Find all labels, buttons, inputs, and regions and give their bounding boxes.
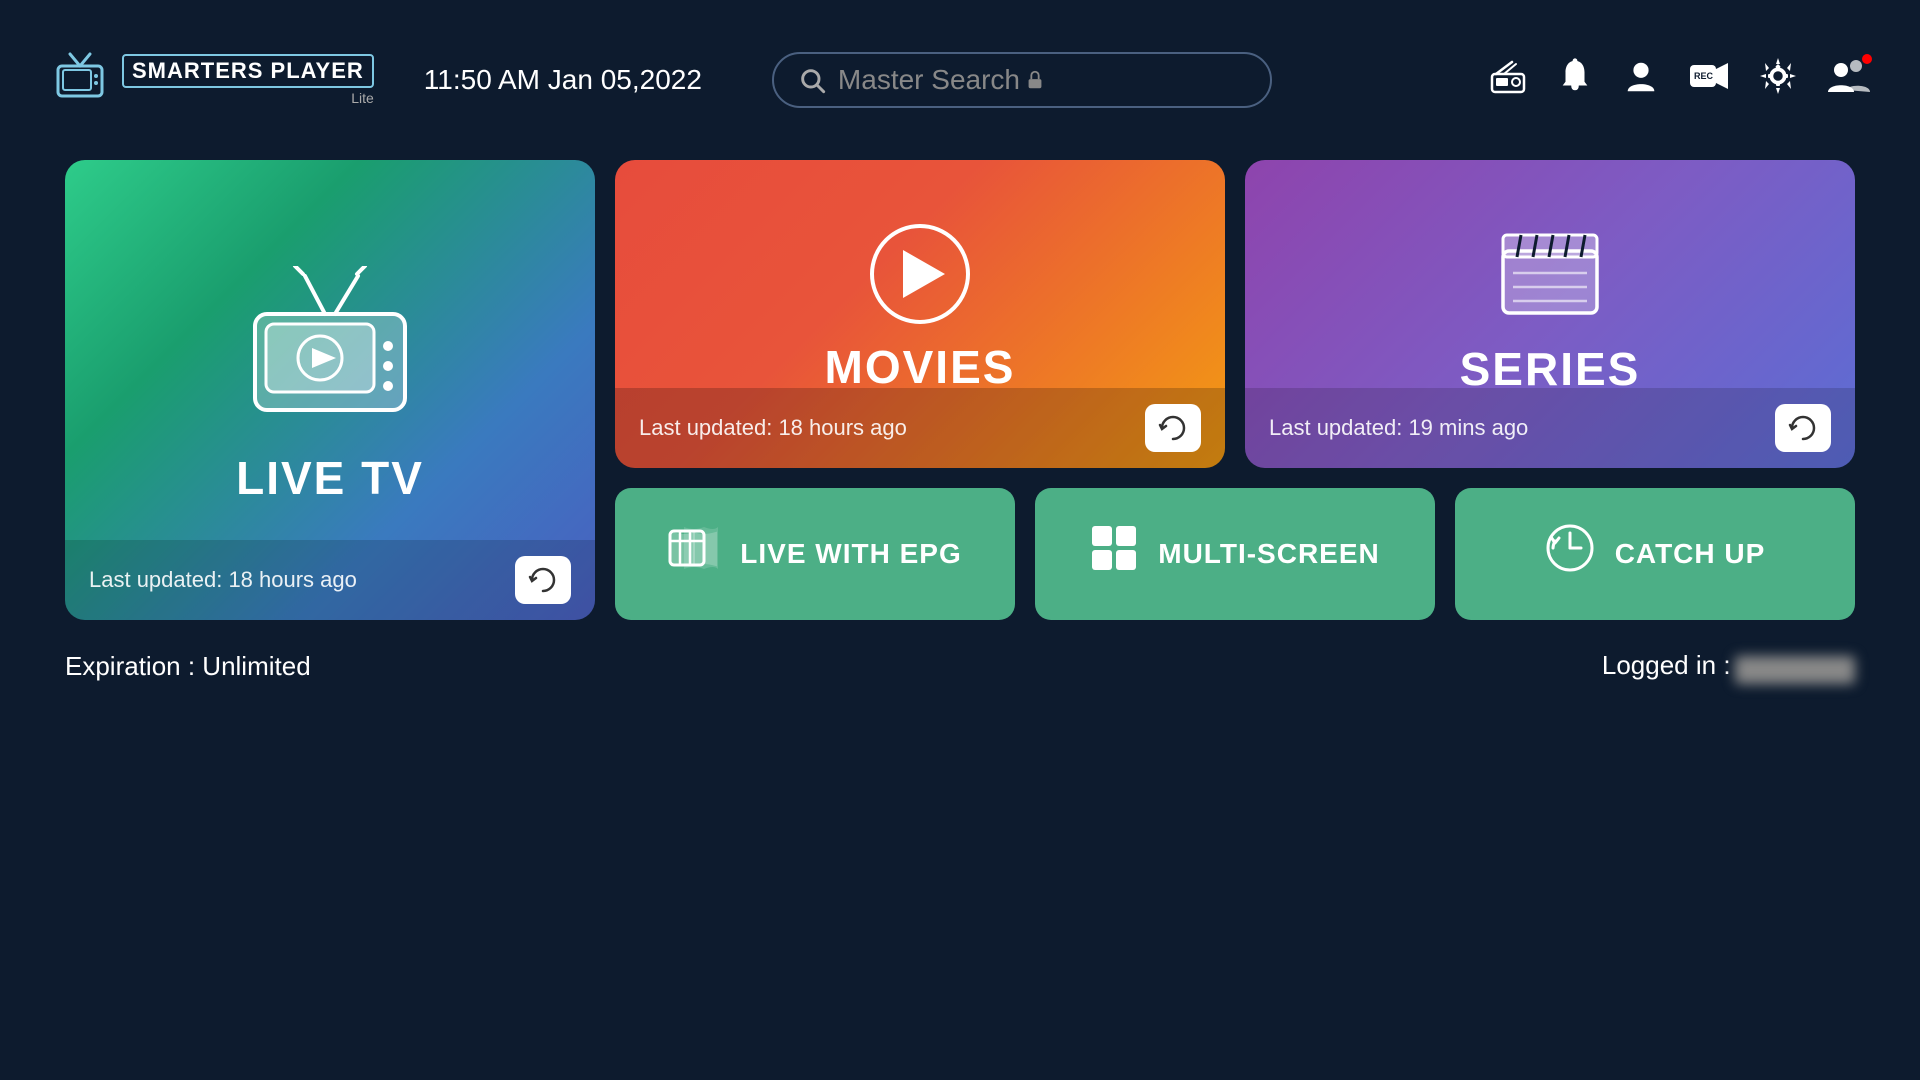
live-tv-footer: Last updated: 18 hours ago	[65, 540, 595, 620]
live-epg-card[interactable]: LIVE WITH EPG	[615, 488, 1015, 621]
series-refresh-button[interactable]	[1775, 404, 1831, 452]
movies-title: MOVIES	[825, 340, 1016, 394]
bell-icon[interactable]	[1556, 57, 1594, 104]
bottom-cards-row: LIVE WITH EPG MULTI-SCREEN	[615, 488, 1855, 621]
logo-tv-icon	[50, 46, 110, 115]
main-content: LIVE TV Last updated: 18 hours ago MOVIE…	[0, 160, 1920, 620]
multi-screen-label: MULTI-SCREEN	[1158, 538, 1379, 570]
logged-in-label: Logged in :	[1602, 650, 1731, 680]
search-placeholder: Master Search	[838, 64, 1020, 96]
lock-icon	[1024, 69, 1046, 91]
svg-text:REC: REC	[1694, 71, 1714, 81]
catch-up-card[interactable]: CATCH UP	[1455, 488, 1855, 621]
live-tv-last-updated: Last updated: 18 hours ago	[89, 567, 357, 593]
movies-play-icon	[870, 224, 970, 324]
search-bar[interactable]: Master Search	[772, 52, 1272, 108]
radio-icon[interactable]	[1488, 56, 1528, 105]
header-icons: REC	[1488, 56, 1870, 105]
record-icon[interactable]: REC	[1688, 57, 1730, 104]
cards-grid: LIVE TV Last updated: 18 hours ago MOVIE…	[65, 160, 1855, 620]
logo-text: SMARTERS PLAYER Lite	[122, 54, 374, 106]
movies-footer: Last updated: 18 hours ago	[615, 388, 1225, 468]
series-footer: Last updated: 19 mins ago	[1245, 388, 1855, 468]
series-clapper-icon	[1495, 221, 1605, 326]
live-epg-icon	[668, 525, 720, 582]
play-triangle	[903, 250, 945, 298]
live-epg-label: LIVE WITH EPG	[740, 538, 961, 570]
multi-screen-icon	[1090, 524, 1138, 583]
movies-refresh-button[interactable]	[1145, 404, 1201, 452]
datetime: 11:50 AM Jan 05,2022	[424, 64, 702, 96]
settings-icon[interactable]	[1758, 56, 1798, 105]
profile-icon[interactable]	[1826, 56, 1870, 105]
logged-in-area: Logged in :	[1602, 650, 1855, 684]
logo-brand: SMARTERS PLAYER	[122, 54, 374, 88]
live-tv-title: LIVE TV	[236, 451, 424, 505]
logo-area: SMARTERS PLAYER Lite	[50, 46, 374, 115]
expiry-text: Expiration : Unlimited	[65, 651, 311, 682]
user-icon[interactable]	[1622, 57, 1660, 104]
search-icon	[798, 66, 826, 94]
live-tv-card[interactable]: LIVE TV Last updated: 18 hours ago	[65, 160, 595, 620]
logged-in-username	[1735, 656, 1855, 684]
series-card[interactable]: SERIES Last updated: 19 mins ago	[1245, 160, 1855, 468]
movies-last-updated: Last updated: 18 hours ago	[639, 415, 907, 441]
catch-up-label: CATCH UP	[1615, 538, 1766, 570]
footer: Expiration : Unlimited Logged in :	[0, 620, 1920, 684]
header: SMARTERS PLAYER Lite 11:50 AM Jan 05,202…	[0, 0, 1920, 160]
logo-sub: Lite	[122, 90, 374, 106]
series-last-updated: Last updated: 19 mins ago	[1269, 415, 1528, 441]
movies-card[interactable]: MOVIES Last updated: 18 hours ago	[615, 160, 1225, 468]
live-tv-icon	[240, 266, 420, 431]
multi-screen-card[interactable]: MULTI-SCREEN	[1035, 488, 1435, 621]
catch-up-icon	[1545, 523, 1595, 584]
live-tv-refresh-button[interactable]	[515, 556, 571, 604]
